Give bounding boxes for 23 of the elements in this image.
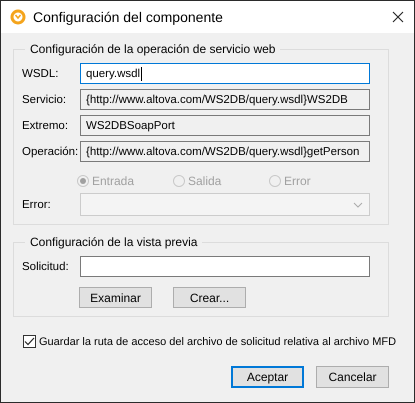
checkbox[interactable] xyxy=(23,335,36,348)
text-field[interactable] xyxy=(80,256,370,277)
text-field[interactable]: {http://www.altova.com/WS2DB/query.wsdl}WS2DB xyxy=(80,89,370,110)
dialog-button[interactable]: Cancelar xyxy=(316,366,389,388)
window-title: Configuración del componente xyxy=(33,9,224,25)
field-label: Solicitud: xyxy=(22,260,70,272)
group-title: Configuración de la operación de servicio web xyxy=(29,42,276,56)
close-icon[interactable] xyxy=(392,11,404,23)
field-label: Extremo: xyxy=(22,120,70,132)
dialog-button[interactable]: Aceptar xyxy=(231,366,304,388)
field-label: Error: xyxy=(22,198,52,210)
chevron-down-icon xyxy=(353,202,363,208)
field-label: Operación: xyxy=(22,146,80,158)
field-label: WSDL: xyxy=(22,68,60,80)
push-button[interactable]: Examinar xyxy=(79,287,152,308)
field-label: Servicio: xyxy=(22,94,68,106)
app-logo-icon xyxy=(10,9,26,25)
push-button[interactable]: Crear... xyxy=(173,287,246,308)
text-field[interactable]: query.wsdl xyxy=(80,63,370,84)
text-field[interactable]: {http://www.altova.com/WS2DB/query.wsdl}getPerson xyxy=(80,141,370,162)
checkbox-label: Guardar la ruta de acceso del archivo de solicitud relativa al archivo MFD xyxy=(39,336,396,348)
group-title: Configuración de la vista previa xyxy=(29,235,198,249)
text-field[interactable]: WS2DBSoapPort xyxy=(80,115,370,136)
